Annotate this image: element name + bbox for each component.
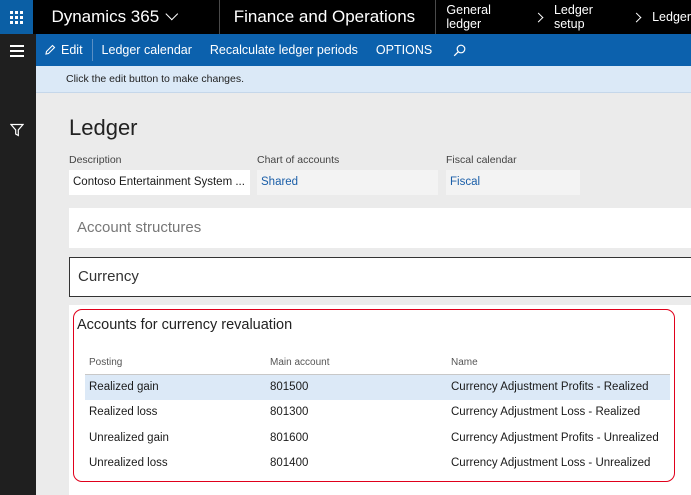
posting-cell: Unrealized loss [89,457,168,470]
table-row[interactable]: Realized gain 801500 Currency Adjustment… [85,374,670,400]
chart-of-accounts-link[interactable]: Shared [257,170,438,195]
main-account-cell: 801600 [270,431,309,444]
posting-cell: Unrealized gain [89,431,169,444]
chevron-right-icon [631,12,642,22]
revaluation-accounts-grid: Posting Main account Name Realized gain … [85,352,670,476]
posting-cell: Realized gain [85,374,266,400]
table-row[interactable]: Realized loss 801300 Currency Adjustment… [85,400,670,426]
top-nav-bar: Dynamics 365 Finance and Operations Gene… [0,0,691,34]
currency-revaluation-title[interactable]: Accounts for currency revaluation [77,317,292,333]
breadcrumb-item-general-ledger[interactable]: General ledger [446,3,527,31]
main-account-cell: 801400 [270,457,309,470]
recalculate-ledger-periods-button[interactable]: Recalculate ledger periods [201,34,367,66]
filter-icon[interactable] [10,123,24,137]
info-message: Click the edit button to make changes. [36,66,691,93]
module-name: Finance and Operations [233,7,416,26]
account-name-cell: Currency Adjustment Profits - Unrealized [451,431,659,444]
main-account-cell: 801300 [270,406,309,419]
waffle-icon [10,10,24,24]
description-label: Description [69,154,122,166]
fiscal-calendar-field: Fiscal calendar Fiscal [446,154,580,195]
app-launcher-button[interactable] [0,0,34,34]
column-header-main-account[interactable]: Main account [266,352,447,375]
grid-header-row: Posting Main account Name [85,352,670,375]
search-icon [453,44,466,56]
search-button[interactable] [441,34,478,66]
edit-button[interactable]: Edit [36,34,92,66]
column-header-posting[interactable]: Posting [85,352,266,375]
fiscal-calendar-label: Fiscal calendar [446,154,517,166]
options-tab[interactable]: OPTIONS [367,34,441,66]
main-account-cell: 801500 [266,374,447,400]
fiscal-calendar-link[interactable]: Fiscal [446,170,580,195]
breadcrumb-item-ledger-setup[interactable]: Ledger setup [554,3,625,31]
action-pane: Edit Ledger calendar Recalculate ledger … [36,34,691,66]
breadcrumb-item-ledger[interactable]: Ledger [652,10,691,24]
chart-of-accounts-field: Chart of accounts Shared [257,154,438,195]
menu-icon[interactable] [10,45,24,60]
chart-of-accounts-label: Chart of accounts [257,154,340,166]
navigation-rail [0,34,36,495]
page-title: Ledger [69,115,138,140]
currency-section-header[interactable]: Currency [69,257,691,297]
breadcrumb: General ledger Ledger setup Ledger [446,3,691,31]
ledger-calendar-button[interactable]: Ledger calendar [93,34,201,66]
divider [435,0,437,34]
app-name: Dynamics 365 [51,7,160,26]
description-field: Description Contoso Entertainment System… [69,154,250,195]
table-row[interactable]: Unrealized loss 801400 Currency Adjustme… [85,451,670,477]
chevron-right-icon [533,12,544,22]
divider [218,0,220,34]
pencil-icon [45,44,56,55]
edit-label: Edit [61,43,83,57]
app-switcher[interactable]: Dynamics 365 [51,7,218,27]
column-header-name[interactable]: Name [447,352,670,375]
account-name-cell: Currency Adjustment Profits - Realized [447,374,670,400]
posting-cell: Realized loss [89,406,158,419]
chevron-down-icon [165,7,179,20]
description-value[interactable]: Contoso Entertainment System ... [69,170,250,195]
account-name-cell: Currency Adjustment Loss - Unrealized [451,457,651,470]
account-structures-section-header[interactable]: Account structures [69,208,691,248]
account-name-cell: Currency Adjustment Loss - Realized [451,406,641,419]
table-row[interactable]: Unrealized gain 801600 Currency Adjustme… [85,425,670,451]
